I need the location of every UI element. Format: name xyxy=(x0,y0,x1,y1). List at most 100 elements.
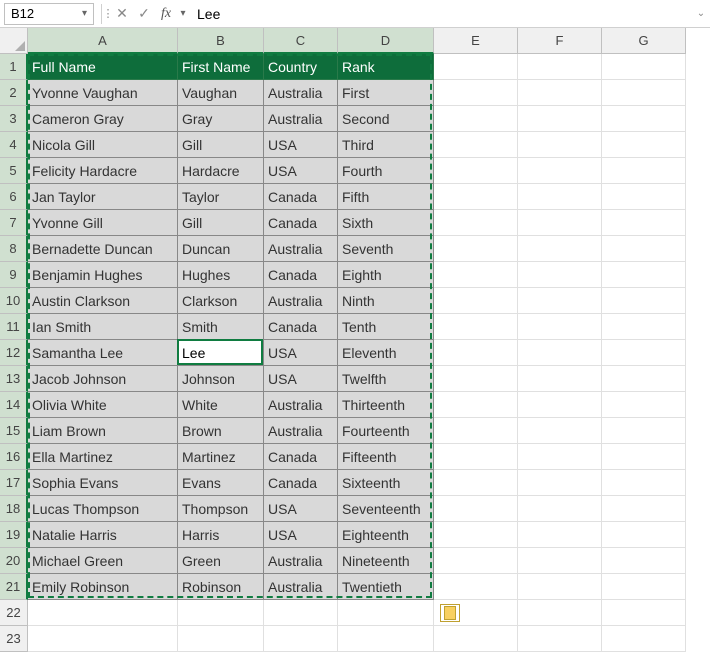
cell-F8[interactable] xyxy=(518,236,602,262)
cell-G6[interactable] xyxy=(602,184,686,210)
cell-G22[interactable] xyxy=(602,600,686,626)
row-header-21[interactable]: 21 xyxy=(0,574,28,600)
cell-D22[interactable] xyxy=(338,600,434,626)
cell-C8[interactable]: Australia xyxy=(264,236,338,262)
row-header-2[interactable]: 2 xyxy=(0,80,28,106)
cell-F21[interactable] xyxy=(518,574,602,600)
cell-F14[interactable] xyxy=(518,392,602,418)
row-header-8[interactable]: 8 xyxy=(0,236,28,262)
cell-A13[interactable]: Jacob Johnson xyxy=(28,366,178,392)
cell-D4[interactable]: Third xyxy=(338,132,434,158)
cell-D15[interactable]: Fourteenth xyxy=(338,418,434,444)
cell-E2[interactable] xyxy=(434,80,518,106)
row-header-13[interactable]: 13 xyxy=(0,366,28,392)
cell-G19[interactable] xyxy=(602,522,686,548)
cell-C19[interactable]: USA xyxy=(264,522,338,548)
header-cell-B[interactable]: First Name xyxy=(178,54,264,80)
cell-F20[interactable] xyxy=(518,548,602,574)
cell-B14[interactable]: White xyxy=(178,392,264,418)
cell-C10[interactable]: Australia xyxy=(264,288,338,314)
row-header-18[interactable]: 18 xyxy=(0,496,28,522)
cell-D11[interactable]: Tenth xyxy=(338,314,434,340)
cell-D16[interactable]: Fifteenth xyxy=(338,444,434,470)
cell-A7[interactable]: Yvonne Gill xyxy=(28,210,178,236)
cell-F18[interactable] xyxy=(518,496,602,522)
cell-B9[interactable]: Hughes xyxy=(178,262,264,288)
row-header-20[interactable]: 20 xyxy=(0,548,28,574)
header-cell-D[interactable]: Rank xyxy=(338,54,434,80)
cell-E8[interactable] xyxy=(434,236,518,262)
cell-E10[interactable] xyxy=(434,288,518,314)
cell-D9[interactable]: Eighth xyxy=(338,262,434,288)
cell-E9[interactable] xyxy=(434,262,518,288)
cell-A12[interactable]: Samantha Lee xyxy=(28,340,178,366)
cell-A14[interactable]: Olivia White xyxy=(28,392,178,418)
cell-E3[interactable] xyxy=(434,106,518,132)
cell-F7[interactable] xyxy=(518,210,602,236)
row-header-10[interactable]: 10 xyxy=(0,288,28,314)
cell-C5[interactable]: USA xyxy=(264,158,338,184)
column-header-F[interactable]: F xyxy=(518,28,602,54)
cell-C12[interactable]: USA xyxy=(264,340,338,366)
cell-E17[interactable] xyxy=(434,470,518,496)
cell-B12[interactable]: Lee xyxy=(178,340,264,366)
column-header-E[interactable]: E xyxy=(434,28,518,54)
cell-E21[interactable] xyxy=(434,574,518,600)
cell-B20[interactable]: Green xyxy=(178,548,264,574)
cell-B19[interactable]: Harris xyxy=(178,522,264,548)
row-header-15[interactable]: 15 xyxy=(0,418,28,444)
cell-F13[interactable] xyxy=(518,366,602,392)
cell-C16[interactable]: Canada xyxy=(264,444,338,470)
cell-B15[interactable]: Brown xyxy=(178,418,264,444)
cell-A9[interactable]: Benjamin Hughes xyxy=(28,262,178,288)
cell-E13[interactable] xyxy=(434,366,518,392)
row-header-14[interactable]: 14 xyxy=(0,392,28,418)
header-cell-C[interactable]: Country xyxy=(264,54,338,80)
chevron-down-icon[interactable]: ▾ xyxy=(82,8,87,19)
cell-E14[interactable] xyxy=(434,392,518,418)
cell-D14[interactable]: Thirteenth xyxy=(338,392,434,418)
cell-E4[interactable] xyxy=(434,132,518,158)
row-header-11[interactable]: 11 xyxy=(0,314,28,340)
cell-G4[interactable] xyxy=(602,132,686,158)
cell-G5[interactable] xyxy=(602,158,686,184)
cell-B22[interactable] xyxy=(178,600,264,626)
cell-G12[interactable] xyxy=(602,340,686,366)
cancel-button[interactable]: ✕ xyxy=(111,3,133,25)
cell-F22[interactable] xyxy=(518,600,602,626)
fx-button[interactable]: fx xyxy=(155,3,177,25)
cell-F15[interactable] xyxy=(518,418,602,444)
column-header-B[interactable]: B xyxy=(178,28,264,54)
cell-B3[interactable]: Gray xyxy=(178,106,264,132)
cell-E19[interactable] xyxy=(434,522,518,548)
row-header-6[interactable]: 6 xyxy=(0,184,28,210)
cell-G1[interactable] xyxy=(602,54,686,80)
cell-F23[interactable] xyxy=(518,626,602,652)
cell-D21[interactable]: Twentieth xyxy=(338,574,434,600)
cell-C13[interactable]: USA xyxy=(264,366,338,392)
cell-A15[interactable]: Liam Brown xyxy=(28,418,178,444)
cell-C11[interactable]: Canada xyxy=(264,314,338,340)
cell-A6[interactable]: Jan Taylor xyxy=(28,184,178,210)
cell-G23[interactable] xyxy=(602,626,686,652)
row-header-7[interactable]: 7 xyxy=(0,210,28,236)
cell-D19[interactable]: Eighteenth xyxy=(338,522,434,548)
cell-C18[interactable]: USA xyxy=(264,496,338,522)
enter-button[interactable]: ✓ xyxy=(133,3,155,25)
cell-F10[interactable] xyxy=(518,288,602,314)
cell-B8[interactable]: Duncan xyxy=(178,236,264,262)
cell-F12[interactable] xyxy=(518,340,602,366)
cell-F3[interactable] xyxy=(518,106,602,132)
cell-A16[interactable]: Ella Martinez xyxy=(28,444,178,470)
row-header-16[interactable]: 16 xyxy=(0,444,28,470)
cell-B17[interactable]: Evans xyxy=(178,470,264,496)
cell-B18[interactable]: Thompson xyxy=(178,496,264,522)
cell-B13[interactable]: Johnson xyxy=(178,366,264,392)
cell-A2[interactable]: Yvonne Vaughan xyxy=(28,80,178,106)
cell-A22[interactable] xyxy=(28,600,178,626)
column-header-D[interactable]: D xyxy=(338,28,434,54)
cell-B6[interactable]: Taylor xyxy=(178,184,264,210)
row-header-5[interactable]: 5 xyxy=(0,158,28,184)
column-header-G[interactable]: G xyxy=(602,28,686,54)
cell-B2[interactable]: Vaughan xyxy=(178,80,264,106)
